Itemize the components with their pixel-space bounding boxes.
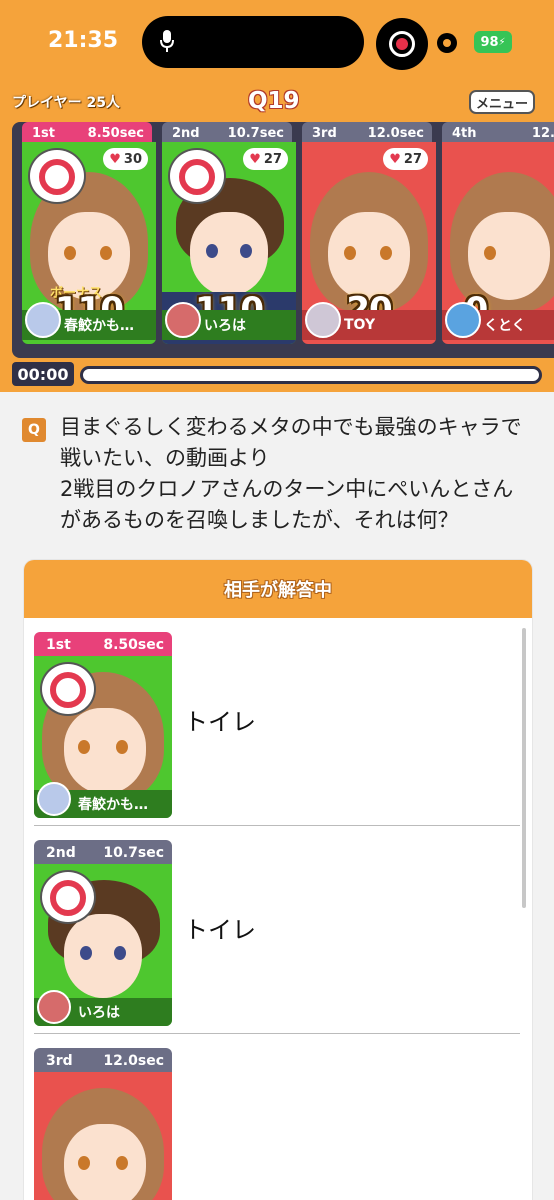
rank: 4th (452, 125, 477, 141)
rank-bar: 2nd 10.7sec (162, 122, 292, 144)
player-name: いろは (204, 318, 246, 334)
rank-bar: 4th 12.0 (442, 122, 554, 144)
answer-time: 12.0sec (103, 1053, 164, 1069)
player-name: くとく (484, 318, 526, 334)
answer-time: 8.50sec (103, 637, 164, 653)
rank-bar: 1st 8.50sec (22, 122, 152, 144)
game-header: 21:35 98 ⚡ プレイヤー 25人 Q19 メニュー 1st 8.50sec (0, 0, 554, 392)
rank-bar: 2nd 10.7sec (34, 840, 172, 866)
player-name: いろは (78, 1005, 120, 1021)
answer-time: 12.0sec (367, 125, 424, 141)
question-badge: Q (22, 418, 46, 442)
player-card[interactable]: 1st 8.50sec ♥30 ボーナス 110 春鮫かも… (22, 122, 160, 348)
player-card[interactable]: 4th 12.0 0 くとく (442, 122, 554, 348)
camera-indicator-icon (437, 33, 457, 53)
clock: 21:35 (48, 28, 119, 53)
player-name: TOY (344, 317, 376, 333)
rank-bar: 1st 8.50sec (34, 632, 172, 658)
hearts-badge: ♥ 27 (383, 148, 428, 170)
avatar (37, 990, 71, 1024)
time-progress-bar (80, 366, 542, 384)
player-name: 春鮫かも… (78, 797, 148, 813)
rank: 3rd (46, 1053, 73, 1069)
avatar (25, 302, 61, 338)
battery-level: 98 (480, 34, 499, 50)
answer-row[interactable]: 2nd 10.7sec いろは トイレ (34, 828, 520, 1034)
heart-icon: ♥ (109, 151, 121, 167)
hearts-count: 27 (403, 151, 422, 167)
players-count: プレイヤー 25人 (12, 95, 120, 111)
battery-icon: 98 ⚡ (474, 31, 512, 53)
character-portrait: ♥27 110 いろは (162, 142, 296, 344)
answers-panel[interactable]: 相手が解答中 1st 8.50sec 春鮫かも… トイレ 2nd 10.7sec… (24, 560, 532, 1200)
microphone-icon (160, 30, 174, 52)
question-number: Q19 (248, 88, 300, 114)
correct-mark-icon (42, 664, 94, 714)
character-portrait (34, 1072, 172, 1200)
status-bar: 21:35 98 ⚡ (0, 0, 554, 80)
time-progress: 00:00 (12, 362, 542, 386)
name-bar: くとく (442, 302, 554, 340)
countdown-timer: 00:00 (12, 362, 74, 386)
heart-icon: ♥ (249, 151, 261, 167)
hearts-badge: ♥ 30 (103, 148, 148, 170)
answer-text: トイレ (184, 916, 256, 944)
character-portrait: ♥30 ボーナス 110 春鮫かも… (22, 142, 156, 344)
rank: 1st (46, 637, 71, 653)
question-text: 目まぐるしく変わるメタの中でも最強のキャラで戦いたい、の動画より 2戦目のクロノ… (60, 415, 522, 532)
heart-icon: ♥ (389, 151, 401, 167)
answer-text: トイレ (184, 708, 256, 736)
avatar (37, 782, 71, 816)
player-card: 3rd 12.0sec (34, 1048, 172, 1200)
screen-record-icon[interactable] (376, 18, 428, 70)
correct-mark-icon (30, 150, 84, 202)
character-portrait: ♥27 20 TOY (302, 142, 436, 344)
name-bar: TOY (302, 302, 436, 340)
player-name: 春鮫かも… (64, 318, 134, 334)
scrollbar[interactable] (522, 628, 526, 908)
avatar (165, 302, 201, 338)
correct-mark-icon (170, 150, 224, 202)
menu-button[interactable]: メニュー (469, 90, 535, 114)
hearts-badge: ♥ 27 (243, 148, 288, 170)
character-portrait: 春鮫かも… (34, 656, 172, 818)
answer-row[interactable]: 3rd 12.0sec (34, 1036, 520, 1200)
rank-bar: 3rd 12.0sec (34, 1048, 172, 1074)
name-bar: いろは (34, 990, 172, 1026)
dynamic-island (142, 16, 364, 68)
character-portrait: いろは (34, 864, 172, 1026)
answer-time: 10.7sec (103, 845, 164, 861)
panel-title: 相手が解答中 (24, 560, 532, 618)
character-portrait: 0 くとく (442, 142, 554, 344)
answer-time: 10.7sec (227, 125, 284, 141)
name-bar: いろは (162, 302, 296, 340)
answer-time: 8.50sec (87, 125, 144, 141)
hearts-count: 27 (263, 151, 282, 167)
player-card: 1st 8.50sec 春鮫かも… (34, 632, 172, 818)
avatar (305, 302, 341, 338)
rank: 2nd (46, 845, 76, 861)
player-card[interactable]: 2nd 10.7sec ♥27 110 いろは (162, 122, 300, 348)
answer-time: 12.0 (531, 125, 554, 141)
rank: 2nd (172, 125, 200, 141)
hearts-count: 30 (123, 151, 142, 167)
answer-row[interactable]: 1st 8.50sec 春鮫かも… トイレ (34, 620, 520, 826)
name-bar: 春鮫かも… (22, 302, 156, 340)
rank: 1st (32, 125, 55, 141)
player-card: 2nd 10.7sec いろは (34, 840, 172, 1026)
correct-mark-icon (42, 872, 94, 922)
player-ranking-strip[interactable]: 1st 8.50sec ♥30 ボーナス 110 春鮫かも… 2n (12, 122, 554, 358)
player-card[interactable]: 3rd 12.0sec ♥27 20 TOY (302, 122, 440, 348)
name-bar: 春鮫かも… (34, 782, 172, 818)
rank-bar: 3rd 12.0sec (302, 122, 432, 144)
avatar (445, 302, 481, 338)
rank: 3rd (312, 125, 337, 141)
